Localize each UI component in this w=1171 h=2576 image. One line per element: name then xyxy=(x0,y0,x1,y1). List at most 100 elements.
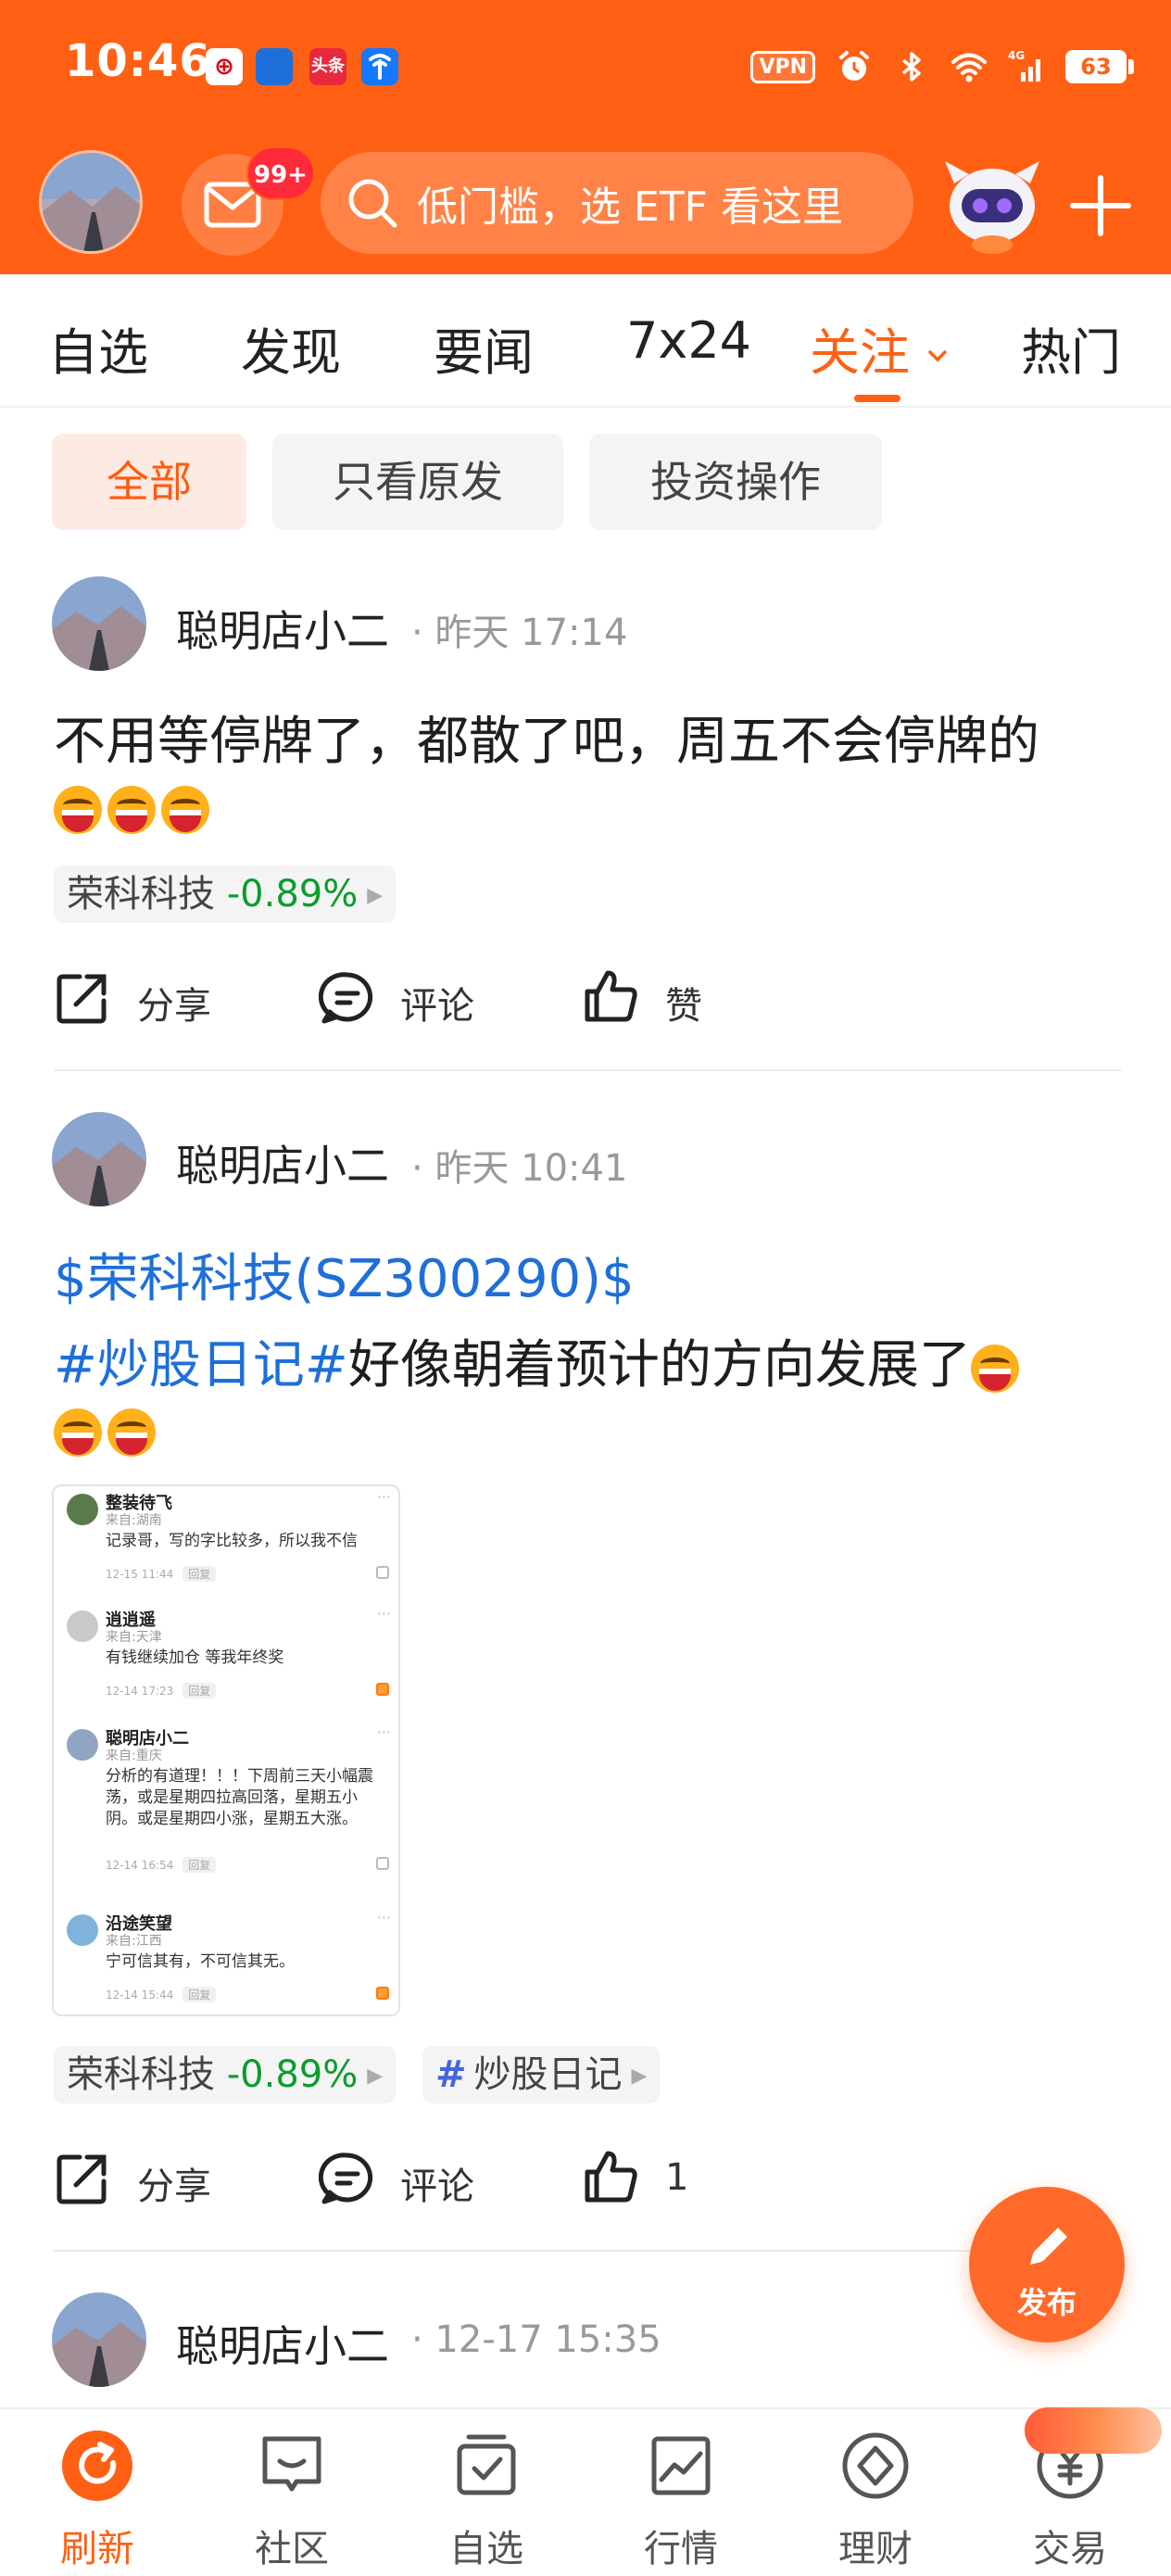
laughing-emoji-icon xyxy=(54,786,102,834)
header-bar: 10:46 ⊕ 头条 VPN 4G 63 99+ 低门槛，选 ETF 看这里 xyxy=(0,0,1171,274)
promo-pill[interactable] xyxy=(1025,2407,1162,2454)
community-icon xyxy=(262,2436,321,2492)
more-icon: ··· xyxy=(376,1724,391,1741)
nav-label: 社区 xyxy=(255,2528,329,2570)
nav-label: 理财 xyxy=(838,2528,913,2570)
share-icon[interactable] xyxy=(54,2150,111,2207)
share-button[interactable]: 分享 xyxy=(137,976,211,1029)
nav-market[interactable]: 行情 xyxy=(584,2409,778,2576)
thumbs-up-icon[interactable] xyxy=(582,2148,639,2205)
comment-button[interactable]: 评论 xyxy=(400,2156,474,2210)
stock-tag[interactable]: 荣科科技 -0.89% ▶ xyxy=(54,865,397,923)
like-button[interactable]: 赞 xyxy=(665,976,702,1029)
comment-icon[interactable] xyxy=(319,2150,376,2207)
more-icon: ··· xyxy=(376,1909,391,1926)
laughing-emoji-icon xyxy=(107,786,156,834)
thumbs-up-icon xyxy=(376,1857,389,1870)
more-icon: ··· xyxy=(376,1488,391,1506)
thumb-comment: 沿途笑望 来自:江西 宁可信其有，不可信其无。 12-14 15:44 回复 ··… xyxy=(54,1907,398,2014)
tab-7x24[interactable]: 7x24 xyxy=(626,311,751,370)
status-icons: VPN 4G 63 xyxy=(750,44,1134,89)
toutiao-news-icon: 头条 xyxy=(309,48,346,85)
avatar xyxy=(67,1494,98,1525)
thumbs-up-icon xyxy=(376,1987,389,2000)
search-placeholder: 低门槛，选 ETF 看这里 xyxy=(417,183,843,231)
post-text: 好像朝着预计的方向发展了 xyxy=(347,1335,971,1395)
wealth-diamond-icon xyxy=(842,2432,909,2499)
chevron-down-icon xyxy=(928,350,947,362)
avatar xyxy=(67,1729,98,1761)
refresh-icon xyxy=(62,2431,132,2501)
post-author-avatar[interactable] xyxy=(52,2292,146,2387)
market-chart-icon xyxy=(651,2436,711,2495)
avatar xyxy=(67,1610,98,1642)
china-telecom-icon xyxy=(361,48,398,85)
thumbs-up-icon[interactable] xyxy=(582,967,639,1025)
share-button[interactable]: 分享 xyxy=(137,2156,211,2210)
cellular-signal-icon: 4G xyxy=(1008,49,1040,82)
like-count[interactable]: 1 xyxy=(665,2156,688,2199)
add-button[interactable] xyxy=(1065,170,1136,241)
more-icon: ··· xyxy=(376,1605,391,1623)
tab-watchlist[interactable]: 自选 xyxy=(48,311,148,385)
user-avatar[interactable] xyxy=(39,150,143,254)
stock-tag-name: 荣科科技 xyxy=(67,873,215,915)
stock-tag[interactable]: 荣科科技 -0.89% ▶ xyxy=(54,2046,397,2103)
app-screen: 10:46 ⊕ 头条 VPN 4G 63 99+ 低门槛，选 ETF 看这里 自… xyxy=(0,0,1171,2576)
nav-wealth[interactable]: 理财 xyxy=(778,2409,973,2576)
tab-hot[interactable]: 热门 xyxy=(1021,311,1121,385)
post-time: · 昨天 17:14 xyxy=(411,612,628,654)
nav-label: 刷新 xyxy=(60,2528,134,2570)
vpn-indicator: VPN xyxy=(750,50,815,83)
nav-label: 自选 xyxy=(449,2528,523,2570)
tab-following[interactable]: 关注 xyxy=(810,311,950,385)
post-author-name[interactable]: 聪明店小二 xyxy=(176,2313,389,2374)
filter-investment-actions[interactable]: 投资操作 xyxy=(589,434,882,530)
stock-tag-change: -0.89% xyxy=(226,2053,359,2096)
tab-following-label: 关注 xyxy=(810,323,910,382)
chevron-right-icon: ▶ xyxy=(631,2065,648,2088)
bottom-nav: 刷新 社区 自选 行情 理财 交易 xyxy=(0,2407,1171,2576)
search-bar[interactable]: 低门槛，选 ETF 看这里 xyxy=(321,152,913,254)
topic-tag-name: 炒股日记 xyxy=(473,2053,623,2096)
chevron-right-icon: ▶ xyxy=(367,2065,384,2088)
hashtag-link[interactable]: #炒股日记# xyxy=(54,1335,348,1395)
post-author-avatar[interactable] xyxy=(52,1112,146,1206)
post-author-name[interactable]: 聪明店小二 xyxy=(176,1132,389,1193)
filter-all[interactable]: 全部 xyxy=(52,434,246,530)
laughing-emoji-icon xyxy=(161,786,209,834)
publish-button[interactable]: 发布 xyxy=(969,2187,1125,2342)
post-time: · 12-17 15:35 xyxy=(411,2318,661,2361)
top-tabs: 自选 发现 要闻 7x24 关注 热门 xyxy=(0,274,1171,408)
post-author-name[interactable]: 聪明店小二 xyxy=(176,598,389,659)
stock-tag-name: 荣科科技 xyxy=(67,2053,215,2096)
comment-icon[interactable] xyxy=(319,969,376,1027)
share-icon[interactable] xyxy=(54,969,111,1027)
bank-of-china-icon: ⊕ xyxy=(206,48,243,85)
comment-button[interactable]: 评论 xyxy=(400,976,474,1029)
thumb-comment: 整装待飞 来自:湖南 记录哥，写的字比较多，所以我不信 12-15 11:44 回… xyxy=(54,1486,398,1607)
svg-text:4G: 4G xyxy=(1008,49,1025,62)
nav-watchlist[interactable]: 自选 xyxy=(389,2409,584,2576)
battery-indicator: 63 xyxy=(1065,50,1134,83)
stock-tag-change: -0.89% xyxy=(226,873,359,915)
nav-refresh[interactable]: 刷新 xyxy=(0,2409,195,2576)
nav-label: 交易 xyxy=(1033,2528,1107,2570)
topic-tag[interactable]: # 炒股日记 ▶ xyxy=(422,2046,661,2103)
filter-original-only[interactable]: 只看原发 xyxy=(272,434,563,530)
battery-level: 63 xyxy=(1080,54,1112,80)
bluetooth-icon xyxy=(901,52,921,82)
laughing-emoji-icon xyxy=(970,1344,1019,1393)
post-author-avatar[interactable] xyxy=(52,576,146,671)
unread-badge: 99+ xyxy=(246,146,315,200)
robot-assistant-icon[interactable] xyxy=(938,148,1047,258)
tab-news[interactable]: 要闻 xyxy=(434,311,534,385)
stock-link[interactable]: $荣科科技(SZ300290)$ xyxy=(54,1237,635,1312)
active-tab-indicator xyxy=(854,395,900,402)
tab-discover[interactable]: 发现 xyxy=(241,311,341,385)
post-image[interactable]: 整装待飞 来自:湖南 记录哥，写的字比较多，所以我不信 12-15 11:44 回… xyxy=(52,1484,400,2016)
nav-community[interactable]: 社区 xyxy=(195,2409,389,2576)
status-time: 10:46 xyxy=(65,35,211,87)
wifi-icon xyxy=(951,53,987,82)
status-bar: 10:46 ⊕ 头条 VPN 4G 63 xyxy=(0,0,1171,139)
